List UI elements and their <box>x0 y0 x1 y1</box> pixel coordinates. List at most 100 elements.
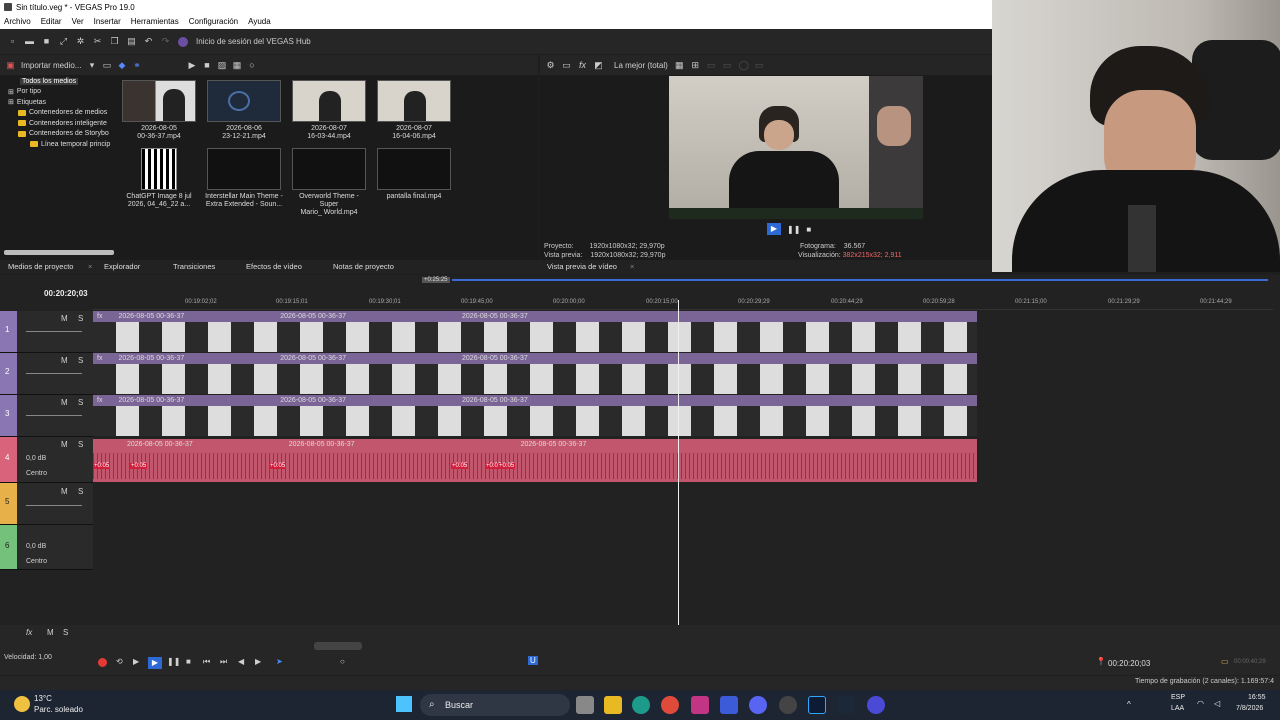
track-header-audio-4[interactable]: 4 M S 0,0 dB Centro <box>0 437 93 483</box>
track-header-audio-5[interactable]: 5 M S <box>0 483 93 525</box>
paste-icon[interactable]: ▤ <box>127 37 136 46</box>
pause-icon[interactable]: ❚❚ <box>787 225 800 234</box>
preview-quality-select[interactable]: La mejor (total) <box>614 61 668 70</box>
menu-editar[interactable]: Editar <box>41 17 62 26</box>
steam-icon[interactable] <box>837 696 855 714</box>
go-to-end-icon[interactable]: ⏭ <box>220 657 227 667</box>
weather-icon[interactable] <box>14 696 30 712</box>
mute-button[interactable]: M <box>61 487 68 496</box>
fx-icon[interactable]: fx <box>26 628 32 637</box>
tree-item-storyboard-bins[interactable]: Contenedores de Storybo <box>0 129 118 140</box>
search-icon[interactable]: ○ <box>247 60 256 70</box>
chevron-up-icon[interactable]: ^ <box>1127 700 1131 709</box>
lang-layout[interactable]: LAA <box>1171 705 1184 712</box>
fx-icon[interactable]: fx <box>578 60 587 70</box>
mute-button[interactable]: M <box>61 356 68 365</box>
app-icon[interactable] <box>720 696 738 714</box>
solo-button[interactable]: S <box>78 314 83 323</box>
level-slider[interactable] <box>26 415 82 416</box>
external-monitor-icon[interactable]: ▭ <box>562 60 571 70</box>
selection-icon[interactable]: ▭ <box>1221 657 1229 666</box>
settings-icon[interactable]: ✲ <box>76 37 85 46</box>
pan-value[interactable]: Centro <box>26 470 47 477</box>
cursor-tool-icon[interactable]: ➤ <box>276 657 283 666</box>
tab-project-notes[interactable]: Notas de proyecto <box>333 262 394 271</box>
mute-button[interactable]: M <box>61 314 68 323</box>
open-folder-icon[interactable]: ▬ <box>25 37 34 46</box>
undo-icon[interactable]: ↶ <box>144 37 153 46</box>
view-icon[interactable]: ▦ <box>232 60 242 70</box>
tree-item-main-timeline[interactable]: Línea temporal princip <box>0 139 118 150</box>
video-clip-track-2[interactable]: fx 2026-08-05 00-36-37 2026-08-05 00-36-37… <box>93 353 977 394</box>
audio-clip-track-4[interactable]: 2026-08-05 00-36-37 2026-08-05 00-36-37 20… <box>93 439 977 482</box>
close-icon[interactable]: × <box>88 262 92 271</box>
chrome-icon[interactable] <box>661 696 679 714</box>
timeline-ruler[interactable]: 00:19:02;02 00:19:15;01 00:19:30;01 00:1… <box>93 296 1273 310</box>
menu-ver[interactable]: Ver <box>72 17 84 26</box>
search-icon[interactable]: ○ <box>340 657 345 666</box>
track-header-video-1[interactable]: 1 M S <box>0 311 93 353</box>
timeline-scroll-indicator[interactable] <box>452 279 1268 281</box>
play-icon[interactable]: ▶ <box>767 223 781 235</box>
photoshop-icon[interactable] <box>808 696 826 714</box>
mute-icon[interactable]: ◯ <box>739 60 749 70</box>
stop-icon[interactable]: ■ <box>186 657 191 666</box>
media-scrollbar[interactable] <box>4 250 114 255</box>
clock-time[interactable]: 16:55 <box>1248 694 1266 701</box>
video-clip-track-3[interactable]: fx 2026-08-05 00-36-37 2026-08-05 00-36-37… <box>93 395 977 436</box>
redo-icon[interactable]: ↷ <box>161 37 170 46</box>
video-clip-track-1[interactable]: fx 2026-08-05 00-36-37 2026-08-05 00-36-37… <box>93 311 977 352</box>
clock-date[interactable]: 7/8/2026 <box>1236 705 1263 712</box>
audio-icon[interactable]: ▭ <box>755 60 764 70</box>
track-header-audio-6[interactable]: 6 0,0 dB Centro <box>0 525 93 570</box>
vegas-icon[interactable] <box>867 696 885 714</box>
level-slider[interactable] <box>26 505 82 506</box>
pause-icon[interactable]: ❚❚ <box>167 657 180 666</box>
track-header-video-3[interactable]: 3 M S <box>0 395 93 437</box>
master-mute-button[interactable]: M <box>47 628 54 637</box>
copy-icon[interactable]: ❐ <box>110 37 119 46</box>
level-slider[interactable] <box>26 373 82 374</box>
menu-configuracion[interactable]: Configuración <box>189 17 238 26</box>
play-from-start-icon[interactable]: ▶ <box>133 657 139 666</box>
media-item[interactable]: ChatGPT Image 8 jul 2026, 04_46_22 a... <box>120 148 198 209</box>
tab-project-media[interactable]: Medios de proyecto <box>8 262 73 271</box>
instagram-icon[interactable] <box>691 696 709 714</box>
snap-icon[interactable]: U <box>528 656 538 665</box>
volume-value[interactable]: 0,0 dB <box>26 543 46 550</box>
solo-button[interactable]: S <box>78 398 83 407</box>
track-header-video-2[interactable]: 2 M S <box>0 353 93 395</box>
split-screen-icon[interactable]: ◩ <box>594 60 603 70</box>
play-icon[interactable]: ▶ <box>187 60 196 70</box>
playhead[interactable] <box>678 300 679 640</box>
menu-herramientas[interactable]: Herramientas <box>131 17 179 26</box>
discord-icon[interactable] <box>749 696 767 714</box>
expand-icon[interactable]: ⊞ <box>8 88 14 96</box>
close-icon[interactable]: × <box>630 262 634 271</box>
go-to-start-icon[interactable]: ⏮ <box>203 657 210 667</box>
play-icon[interactable]: ▶ <box>148 657 162 669</box>
speaker-icon[interactable]: ◁ <box>1214 699 1220 708</box>
region-marker[interactable]: +0:25:25 <box>422 277 450 283</box>
tab-video-effects[interactable]: Efectos de vídeo <box>246 262 302 271</box>
windows-start-icon[interactable] <box>396 696 412 712</box>
tree-item-by-type[interactable]: ⊞ Por tipo <box>0 87 118 98</box>
mute-button[interactable]: M <box>61 398 68 407</box>
loop-icon[interactable]: ⟲ <box>116 657 123 666</box>
cursor-time-icon[interactable]: 📍 <box>1096 657 1106 666</box>
overlay-icon[interactable]: ⊞ <box>691 60 700 70</box>
auto-preview-icon[interactable]: ▨ <box>217 60 227 70</box>
menu-ayuda[interactable]: Ayuda <box>248 17 271 26</box>
lang-code[interactable]: ESP <box>1171 694 1185 701</box>
tree-item-media-bins[interactable]: Contenedores de medios <box>0 108 118 119</box>
tree-item-all-media[interactable]: Todos los medios <box>0 76 118 87</box>
chevron-down-icon[interactable]: ▾ <box>87 60 96 70</box>
hub-login-label[interactable]: Inicio de sesión del VEGAS Hub <box>196 37 311 46</box>
master-solo-button[interactable]: S <box>63 628 68 637</box>
timeline-scrollbar[interactable] <box>314 642 362 650</box>
copy-snapshot-icon[interactable]: ▭ <box>707 60 716 70</box>
solo-button[interactable]: S <box>78 356 83 365</box>
prev-frame-icon[interactable]: ◀ <box>238 657 244 666</box>
next-frame-icon[interactable]: ▶ <box>255 657 261 666</box>
solo-button[interactable]: S <box>78 487 83 496</box>
